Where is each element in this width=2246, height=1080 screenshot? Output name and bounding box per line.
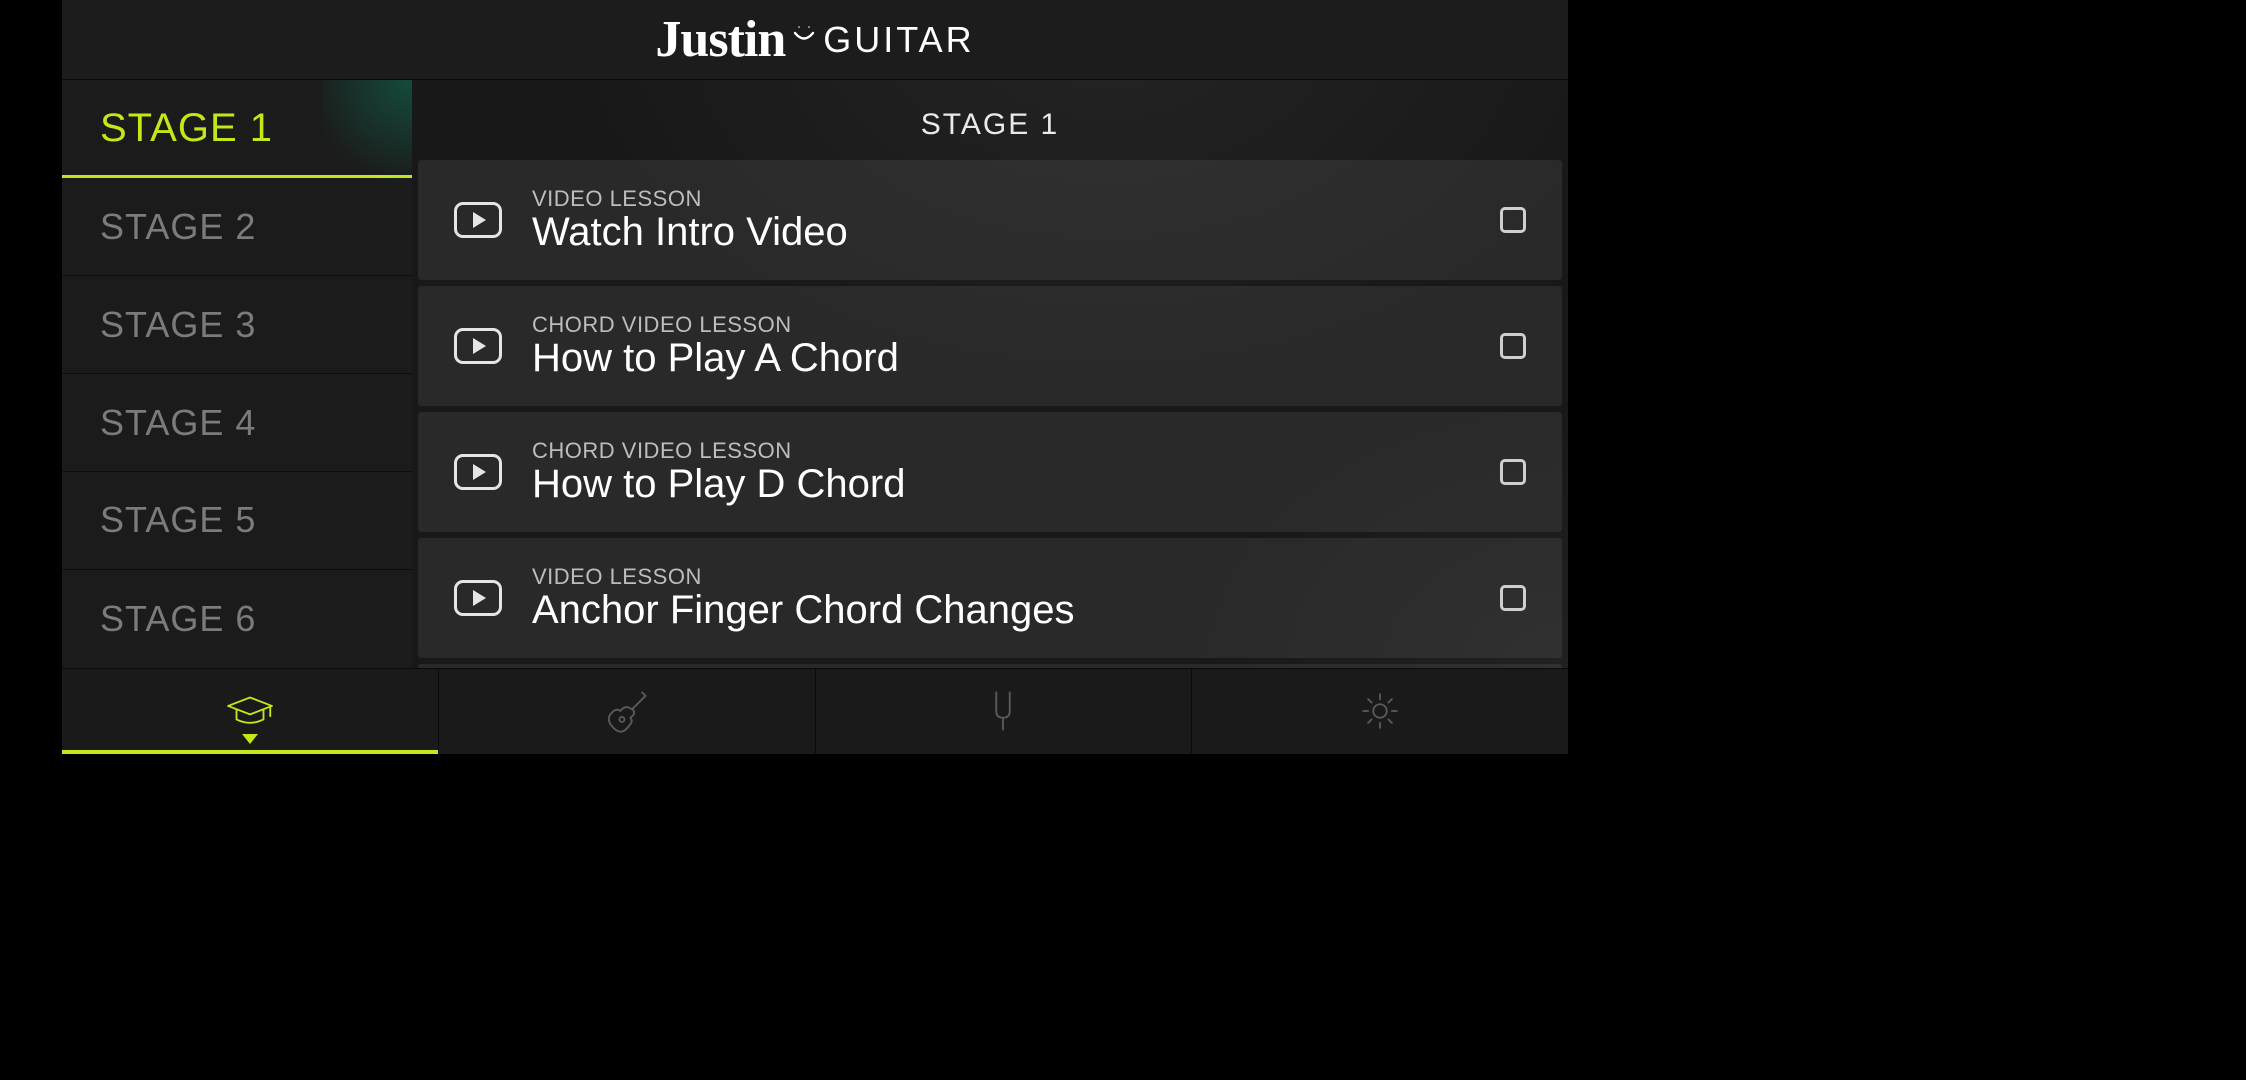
sidebar-item-label: STAGE 1: [100, 106, 273, 151]
sidebar-item-stage-4[interactable]: STAGE 4: [62, 374, 412, 472]
lesson-card[interactable]: CHORD VIDEO LESSON How to Play D Chord: [418, 412, 1562, 532]
play-icon: [454, 454, 502, 490]
sidebar-item-stage-6[interactable]: STAGE 6: [62, 570, 412, 668]
device-bezel-left: [0, 0, 62, 754]
sidebar-item-label: STAGE 4: [100, 402, 256, 444]
lesson-text: CHORD VIDEO LESSON How to Play A Chord: [532, 312, 1480, 381]
lesson-text: VIDEO LESSON Watch Intro Video: [532, 186, 1480, 255]
tab-lessons[interactable]: [62, 669, 439, 754]
lesson-checkbox[interactable]: [1500, 333, 1526, 359]
stage-sidebar: STAGE 1 STAGE 2 STAGE 3 STAGE 4 STAGE 5 …: [62, 80, 412, 668]
stage-title: STAGE 1: [412, 88, 1568, 160]
lesson-title: Anchor Finger Chord Changes: [532, 588, 1480, 633]
sidebar-item-label: STAGE 2: [100, 206, 256, 248]
brand-script: Justin: [655, 10, 785, 69]
sidebar-item-label: STAGE 5: [100, 499, 256, 541]
graduation-cap-icon: [223, 684, 277, 738]
lesson-title: How to Play D Chord: [532, 462, 1480, 507]
app-header: Justin GUITAR: [62, 0, 1568, 80]
main-inner: STAGE 1 VIDEO LESSON Watch Intro Video: [412, 80, 1568, 668]
play-icon: [454, 202, 502, 238]
sidebar-item-stage-1[interactable]: STAGE 1: [62, 80, 412, 178]
tab-settings[interactable]: [1192, 669, 1568, 754]
lesson-list[interactable]: VIDEO LESSON Watch Intro Video CHORD VID…: [412, 160, 1568, 668]
lesson-checkbox[interactable]: [1500, 459, 1526, 485]
sidebar-item-label: STAGE 3: [100, 304, 256, 346]
tab-active-caret-icon: [242, 734, 258, 744]
tuning-fork-icon: [976, 684, 1030, 738]
lesson-text: CHORD VIDEO LESSON How to Play D Chord: [532, 438, 1480, 507]
main-panel: STAGE 1 VIDEO LESSON Watch Intro Video: [412, 80, 1568, 668]
lesson-title: How to Play A Chord: [532, 336, 1480, 381]
lesson-kicker: VIDEO LESSON: [532, 186, 1480, 212]
play-icon: [454, 580, 502, 616]
lesson-card[interactable]: CHORD VIDEO LESSON How to Play A Chord: [418, 286, 1562, 406]
guitar-icon: [600, 684, 654, 738]
sidebar-item-stage-5[interactable]: STAGE 5: [62, 472, 412, 570]
sidebar-item-label: STAGE 6: [100, 598, 256, 640]
sidebar-item-stage-2[interactable]: STAGE 2: [62, 178, 412, 276]
sidebar-item-stage-3[interactable]: STAGE 3: [62, 276, 412, 374]
lesson-card[interactable]: VIDEO LESSON Anchor Finger Chord Changes: [418, 538, 1562, 658]
app-frame: Justin GUITAR STAGE 1 STAGE 2 STAGE 3: [62, 0, 1568, 754]
play-icon: [454, 328, 502, 364]
lesson-title: Watch Intro Video: [532, 210, 1480, 255]
brand-logo: Justin GUITAR: [655, 10, 974, 69]
smiley-icon: [791, 20, 817, 51]
bottom-tabbar: [62, 668, 1568, 754]
lesson-checkbox[interactable]: [1500, 207, 1526, 233]
lesson-text: VIDEO LESSON Anchor Finger Chord Changes: [532, 564, 1480, 633]
lesson-card-peek[interactable]: [418, 664, 1562, 668]
lesson-checkbox[interactable]: [1500, 585, 1526, 611]
gear-icon: [1353, 684, 1407, 738]
lesson-kicker: VIDEO LESSON: [532, 564, 1480, 590]
tab-tuner[interactable]: [816, 669, 1193, 754]
app-body: STAGE 1 STAGE 2 STAGE 3 STAGE 4 STAGE 5 …: [62, 80, 1568, 668]
lesson-kicker: CHORD VIDEO LESSON: [532, 312, 1480, 338]
lesson-kicker: CHORD VIDEO LESSON: [532, 438, 1480, 464]
brand-word: GUITAR: [823, 19, 974, 61]
lesson-card[interactable]: VIDEO LESSON Watch Intro Video: [418, 160, 1562, 280]
app-viewport: Justin GUITAR STAGE 1 STAGE 2 STAGE 3: [0, 0, 1568, 754]
tab-songs[interactable]: [439, 669, 816, 754]
